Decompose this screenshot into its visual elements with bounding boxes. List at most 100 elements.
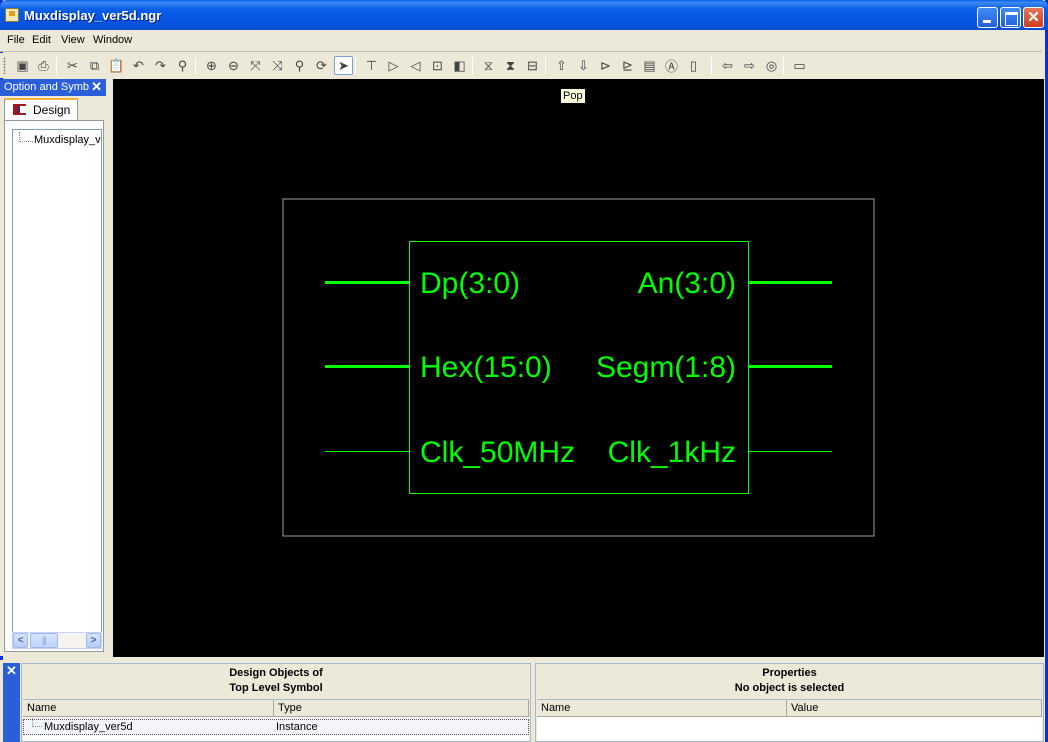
window-button[interactable]: ▭ [790, 56, 809, 75]
hierarchy-button[interactable]: ⊟ [523, 56, 542, 75]
hide-pins-button[interactable]: ⊡ [428, 56, 447, 75]
expand-input-button[interactable]: ⊵ [618, 56, 637, 75]
column-header-name[interactable]: Name [23, 700, 274, 717]
add-pin-button[interactable]: ⊤ [362, 56, 381, 75]
print-icon: ⎙ [38, 57, 49, 73]
schematic-canvas[interactable]: Dp(3:0) Hex(15:0) Clk_50MHz An(3:0) Segm(1:8… [113, 79, 1044, 657]
close-button[interactable]: ✕ [1023, 7, 1044, 28]
window-title: Muxdisplay_ver5d.ngr [24, 8, 162, 23]
properties-button[interactable]: ▤ [640, 56, 659, 75]
properties-table: Name Value [537, 699, 1042, 741]
refresh-button[interactable]: ⟳ [312, 56, 331, 75]
maximize-button[interactable] [1000, 7, 1021, 28]
push-down-button[interactable]: ⇩ [574, 56, 593, 75]
option-symbol-panel: Option and Symb ✕ Design Muxdisplay_v < … [0, 79, 108, 656]
menu-file[interactable]: File [7, 34, 25, 46]
save-icon: ▣ [16, 57, 29, 73]
design-tree: Muxdisplay_v [12, 129, 102, 641]
toolbar-separator [711, 57, 712, 74]
bottom-panel-close-icon[interactable]: ✕ [3, 663, 20, 742]
row-name: Muxdisplay_ver5d [44, 721, 133, 733]
add-output-icon: ◁ [410, 57, 421, 73]
panel-close-icon[interactable]: ✕ [91, 79, 102, 95]
toolbar-separator [56, 57, 57, 74]
zoom-to-box-button[interactable]: ⤨ [268, 56, 287, 75]
add-input-button[interactable]: ▷ [384, 56, 403, 75]
column-header-type[interactable]: Type [274, 700, 529, 717]
table-row[interactable]: Muxdisplay_ver5d Instance [23, 718, 529, 735]
scroll-thumb[interactable]: ||| [30, 633, 58, 648]
add-output-button[interactable]: ◁ [406, 56, 425, 75]
toolbar-grip[interactable] [3, 57, 6, 74]
design-objects-title-line1: Design Objects of [229, 667, 323, 679]
tree-item[interactable]: Muxdisplay_v [34, 134, 101, 146]
redo-icon: ↷ [155, 57, 166, 73]
undo-icon: ↶ [133, 57, 144, 73]
zoom-full-view-button[interactable]: ⤧ [246, 56, 265, 75]
properties-title-line2: No object is selected [734, 682, 845, 694]
expand-block-button[interactable]: ⊳ [596, 56, 615, 75]
save-button[interactable]: ▣ [13, 56, 32, 75]
push-up-button[interactable]: ⇧ [552, 56, 571, 75]
select-pointer-button[interactable]: ➤ [334, 56, 353, 75]
properties-pane: Properties No object is selected Name Va… [535, 663, 1044, 742]
push-up-icon: ⇧ [556, 57, 567, 73]
menu-window[interactable]: Window [93, 34, 132, 46]
menu-view[interactable]: View [61, 34, 85, 46]
toolbar-separator [355, 57, 356, 74]
minimize-button[interactable] [977, 7, 998, 28]
scroll-right-icon[interactable]: > [86, 633, 101, 648]
back-button[interactable]: ⇦ [718, 56, 737, 75]
zoom-to-box-icon: ⤨ [272, 57, 283, 73]
zoom-out-button[interactable]: ⊖ [224, 56, 243, 75]
title-bar[interactable]: Muxdisplay_ver5d.ngr ✕ [0, 0, 1048, 30]
add-pin-icon: ⊤ [365, 57, 378, 73]
horizontal-scrollbar[interactable]: < ||| > [12, 632, 102, 649]
zoom-in-button[interactable]: ⊕ [202, 56, 221, 75]
panel-header: Option and Symb ✕ [0, 79, 106, 96]
cut-button[interactable]: ✂ [63, 56, 82, 75]
scroll-left-icon[interactable]: < [13, 633, 28, 648]
toolbar-separator [783, 57, 784, 74]
find-button[interactable]: ⚲ [173, 56, 192, 75]
design-objects-table: Name Type Muxdisplay_ver5d Instance [23, 699, 529, 741]
toolbar-separator [195, 57, 196, 74]
properties-icon: ▤ [643, 57, 656, 73]
add-input-icon: ▷ [388, 57, 399, 73]
paste-button[interactable]: 📋 [107, 56, 126, 75]
rtl-view-icon: ⧖ [483, 57, 494, 73]
rtl-sch-button[interactable]: ⧗ [501, 56, 520, 75]
print-button[interactable]: ⎙ [34, 56, 53, 75]
push-down-icon: ⇩ [578, 57, 589, 73]
paste-icon: 📋 [108, 57, 125, 73]
input-pin-label: Hex(15:0) [420, 351, 552, 384]
column-header-name[interactable]: Name [537, 700, 787, 717]
copy-button[interactable]: ⧉ [85, 56, 104, 75]
schematic-svg: Dp(3:0) Hex(15:0) Clk_50MHz An(3:0) Segm(1:8… [282, 198, 875, 537]
back-icon: ⇦ [722, 57, 733, 73]
expand-block-icon: ⊳ [600, 57, 611, 73]
refresh-icon: ⟳ [316, 57, 327, 73]
forward-button[interactable]: ⇨ [740, 56, 759, 75]
input-pin-label: Dp(3:0) [420, 267, 520, 300]
properties-title: Properties No object is selected [536, 666, 1043, 696]
undo-button[interactable]: ↶ [129, 56, 148, 75]
design-objects-title: Design Objects of Top Level Symbol [22, 666, 530, 696]
rtl-view-button[interactable]: ⧖ [479, 56, 498, 75]
menu-bar: File Edit View Window [0, 30, 1042, 52]
show-pins-button[interactable]: ◧ [450, 56, 469, 75]
text-label-button[interactable]: Ⓐ [662, 56, 681, 75]
box-button[interactable]: ▯ [684, 56, 703, 75]
input-pin-label: Clk_50MHz [420, 436, 575, 469]
panel-title: Option and Symb [4, 81, 89, 93]
redo-button[interactable]: ↷ [151, 56, 170, 75]
column-header-value[interactable]: Value [787, 700, 1042, 717]
menu-edit[interactable]: Edit [32, 34, 51, 46]
zoom-selected-button[interactable]: ⚲ [290, 56, 309, 75]
tree-connector [19, 132, 33, 142]
tree-connector [32, 718, 42, 727]
web-update-button[interactable]: ◎ [762, 56, 781, 75]
tab-design[interactable]: Design [4, 98, 78, 120]
select-pointer-icon: ➤ [338, 57, 349, 73]
zoom-selected-icon: ⚲ [294, 57, 305, 73]
